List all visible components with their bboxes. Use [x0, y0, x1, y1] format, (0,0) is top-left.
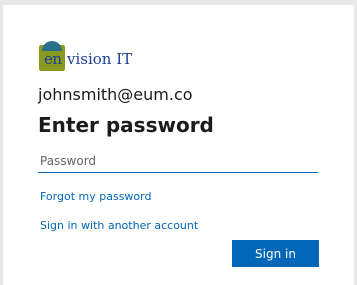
password-input[interactable] [38, 149, 318, 173]
sign-in-button[interactable]: Sign in [232, 240, 319, 267]
company-logo: en vision IT [39, 41, 149, 75]
page-title: Enter password [38, 113, 214, 137]
logo-text: vision IT [67, 50, 133, 68]
other-account-link[interactable]: Sign in with another account [40, 219, 198, 232]
logo-prefix: en [44, 50, 62, 68]
account-email: johnsmith@eum.co [38, 85, 193, 104]
forgot-password-link[interactable]: Forgot my password [40, 190, 151, 203]
signin-card: en vision IT johnsmith@eum.co Enter pass… [3, 5, 354, 285]
